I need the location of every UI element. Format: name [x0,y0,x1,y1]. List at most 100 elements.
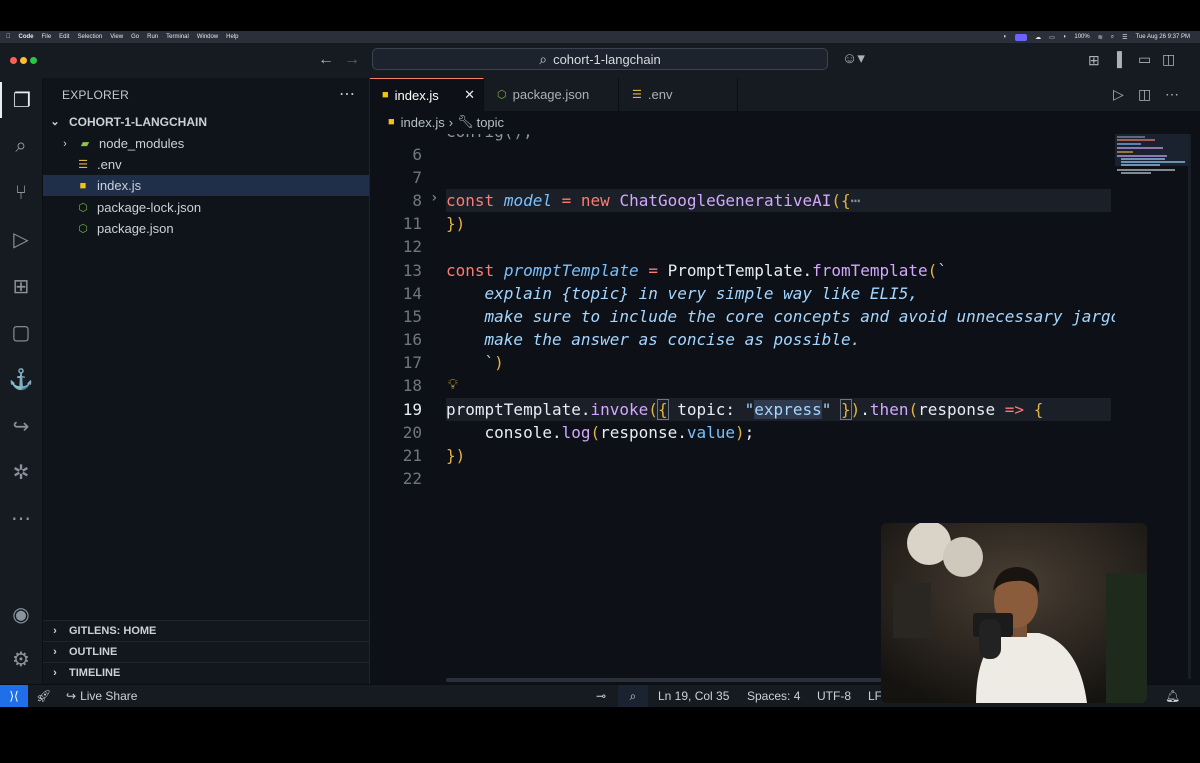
screen-share-icon[interactable] [1015,33,1028,41]
rocket-icon[interactable]: 🚀︎ [36,685,51,707]
copilot-icon[interactable]: ☺▾ [842,51,865,66]
section-outline[interactable]: › OUTLINE [43,641,369,662]
more-actions-icon[interactable]: ⋯ [339,84,355,104]
display-icon[interactable]: ▭ [1049,34,1055,41]
js-file-icon: ■ [388,116,395,128]
code-line: console.log(response.value); [446,423,755,442]
kubernetes-icon[interactable]: ✲ [0,454,42,490]
chevron-down-icon: ⌄ [50,116,60,128]
notifications-bell-icon[interactable]: 🔔︎ [1165,685,1180,707]
wifi-icon[interactable]: ≋ [1098,34,1103,41]
remote-explorer-icon[interactable]: ▢ [0,314,42,350]
command-center-search[interactable]: ⌕ cohort-1-langchain [372,48,828,70]
line-number: 11 [402,214,422,233]
tab-index-js[interactable]: ■ index.js ✕ [370,78,484,111]
run-debug-icon[interactable]: ▷ [0,221,42,257]
tree-item-package-lock[interactable]: ⬡ package-lock.json [43,197,369,218]
cursor-position[interactable]: Ln 19, Col 35 [658,685,729,707]
menu-run[interactable]: Run [147,34,158,40]
code-line: }) [446,214,466,233]
line-number: 17 [402,353,422,372]
anchor-icon[interactable]: ⚓ [0,361,42,397]
apple-icon[interactable]:  [6,34,11,40]
menu-file[interactable]: File [42,34,52,40]
activity-bar: ❐ ⌕ ⑂ ▷ ⊞ ▢ ⚓ ↪ ✲ ⋯ ◉ ⚙ [0,78,43,684]
toggle-sidebar-icon[interactable]: ▐ [1112,52,1122,66]
tab-env[interactable]: ☰ .env [620,78,738,111]
remote-indicator-icon[interactable]: ⟩⟨ [0,685,28,707]
breadcrumb-symbol[interactable]: topic [477,115,504,130]
status-indicator-icon[interactable]: ◐ [1003,34,1007,40]
workspace-folder-row[interactable]: ⌄ COHORT-1-LANGCHAIN [43,111,369,132]
line-number-current: 19 [402,400,422,419]
menu-help[interactable]: Help [226,34,238,40]
section-timeline[interactable]: › TIMELINE [43,662,369,683]
section-label: TIMELINE [69,667,121,679]
forward-arrow-icon[interactable]: → [344,52,360,68]
cloud-icon[interactable]: ☁ [1035,34,1041,41]
menu-view[interactable]: View [110,34,123,40]
horizontal-scrollbar[interactable] [446,678,906,682]
line-number: 18 [402,376,422,395]
menu-go[interactable]: Go [131,34,139,40]
lightbulb-icon[interactable]: 💡︎ [448,374,458,397]
tab-package-json[interactable]: ⬡ package.json [485,78,619,111]
minimize-window-button[interactable] [20,57,27,64]
tree-item-node-modules[interactable]: › ▰ node_modules [43,133,369,154]
end-of-line[interactable]: LF [868,685,882,707]
toggle-panel-icon[interactable]: ▭ [1138,52,1151,66]
section-label: GITLENS: HOME [69,625,157,637]
live-share-label: Live Share [80,689,138,703]
more-views-icon[interactable]: ⋯ [0,500,42,536]
fold-chevron-icon[interactable]: › [430,190,438,206]
control-center-icon[interactable]: ☰ [1122,34,1127,41]
battery-label[interactable]: 100% [1074,34,1089,40]
menu-code[interactable]: Code [19,34,34,40]
menu-terminal[interactable]: Terminal [166,34,189,40]
breadcrumb-file[interactable]: index.js [401,115,445,130]
close-window-button[interactable] [10,57,17,64]
split-editor-icon[interactable]: ◫ [1138,87,1151,101]
zoom-window-button[interactable] [30,57,37,64]
indentation[interactable]: Spaces: 4 [747,685,800,707]
menu-edit[interactable]: Edit [59,34,69,40]
accounts-icon[interactable]: ◉ [0,596,42,632]
back-arrow-icon[interactable]: ← [318,52,334,68]
zoom-icon[interactable]: ⌕ [618,685,648,707]
git-commit-icon[interactable]: ⊸ [596,685,606,707]
tab-label: index.js [394,87,439,103]
menu-window[interactable]: Window [197,34,218,40]
customize-layout-icon[interactable]: ⊞ [1088,53,1100,67]
spotlight-icon[interactable]: ⌕ [1111,34,1114,41]
code-line-current: promptTemplate.invoke({ topic: "express"… [446,398,1111,421]
extensions-icon[interactable]: ⊞ [0,268,42,304]
explorer-icon[interactable]: ❐ [0,82,42,118]
vertical-scrollbar[interactable] [1188,134,1191,679]
clock-label[interactable]: Tue Aug 26 9:37 PM [1136,34,1190,40]
tree-item-label: package.json [97,221,174,236]
code-line: `) [446,353,504,372]
live-share-button[interactable]: ↪ Live Share [66,685,137,707]
tab-label: .env [647,87,673,102]
menu-selection[interactable]: Selection [78,34,103,40]
command-center-label: cohort-1-langchain [553,51,661,67]
live-share-view-icon[interactable]: ↪ [0,408,42,444]
tree-item-index-js[interactable]: ■ index.js [43,175,369,196]
tree-item-env[interactable]: ☰ .env [43,154,369,175]
close-tab-icon[interactable]: ✕ [464,87,475,103]
tree-item-label: index.js [97,178,142,193]
encoding[interactable]: UTF-8 [817,685,851,707]
toggle-secondary-sidebar-icon[interactable]: ◫ [1162,52,1175,66]
more-actions-icon[interactable]: ⋯ [1165,87,1179,101]
minimap[interactable] [1115,134,1190,254]
search-view-icon[interactable]: ⌕ [0,128,42,164]
source-control-icon[interactable]: ⑂ [0,175,42,211]
volume-icon[interactable]: ◖ [1063,34,1067,40]
settings-gear-icon[interactable]: ⚙ [0,641,42,677]
section-gitlens-home[interactable]: › GITLENS: HOME [43,620,369,641]
tree-item-package-json[interactable]: ⬡ package.json [43,218,369,239]
code-line: const model = new ChatGoogleGenerativeAI… [446,189,1111,212]
node-file-icon: ⬡ [497,89,507,101]
chevron-right-icon: › [63,137,67,150]
run-file-icon[interactable]: ▷ [1113,87,1124,101]
